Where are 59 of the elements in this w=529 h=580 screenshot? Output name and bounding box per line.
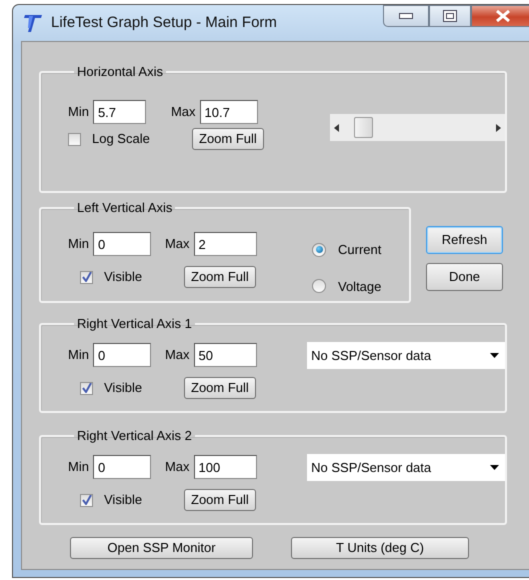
app-logo-icon	[23, 13, 43, 33]
radio-label: Current	[338, 241, 382, 259]
input-field[interactable]: 100	[194, 455, 257, 479]
checkbox-label: Visible	[104, 379, 142, 398]
minimize-button[interactable]	[383, 5, 429, 27]
radio-button[interactable]	[312, 279, 326, 294]
min-label: Min	[68, 235, 89, 254]
zoom-full-button[interactable]: Zoom Full	[184, 377, 256, 399]
check-icon	[82, 495, 92, 505]
side-button[interactable]: Refresh	[426, 226, 503, 254]
min-label: Min	[68, 103, 89, 122]
zoom-full-button[interactable]: Zoom Full	[184, 489, 256, 511]
input-field[interactable]: 10.7	[200, 100, 258, 124]
scrollbar-thumb[interactable]	[354, 117, 373, 138]
caret-icon	[490, 465, 499, 470]
max-label: Max	[164, 458, 190, 476]
max-label: Max	[170, 103, 196, 122]
close-icon	[495, 10, 511, 22]
maximize-icon	[443, 10, 457, 22]
close-button[interactable]	[471, 5, 529, 27]
min-label: Min	[68, 458, 89, 476]
horizontal-scrollbar[interactable]	[330, 114, 505, 141]
min-label: Min	[68, 346, 89, 364]
input-field[interactable]: 0	[92, 343, 151, 367]
zoom-full-button[interactable]: Zoom Full	[184, 266, 256, 288]
footer-button[interactable]: Open SSP Monitor	[70, 537, 253, 559]
checkbox[interactable]	[80, 494, 93, 506]
dropdown-field[interactable]: No SSP/Sensor data	[307, 342, 505, 369]
group-title: Right Vertical Axis 1	[76, 317, 193, 330]
input-field[interactable]: 2	[194, 232, 257, 256]
input-field[interactable]: 50	[194, 343, 257, 367]
side-button[interactable]: Done	[426, 263, 503, 291]
max-label: Max	[164, 235, 190, 254]
checkbox-label: Visible	[104, 491, 142, 510]
dropdown-field[interactable]: No SSP/Sensor data	[307, 454, 505, 481]
input-field[interactable]: 0	[92, 232, 151, 256]
footer-button[interactable]: T Units (deg C)	[291, 537, 469, 559]
maximize-button[interactable]	[429, 5, 471, 27]
checkbox-label: Log Scale	[92, 130, 150, 148]
right-arrow-icon[interactable]	[496, 124, 501, 132]
radio-label: Voltage	[338, 278, 382, 296]
input-field[interactable]: 5.7	[92, 100, 146, 124]
left-arrow-icon[interactable]	[334, 124, 339, 132]
checkbox[interactable]	[68, 132, 81, 146]
checkbox-label: Visible	[104, 268, 142, 286]
checkbox[interactable]	[80, 382, 93, 394]
caret-icon	[490, 353, 499, 358]
check-icon	[82, 383, 92, 393]
zoom-full-button[interactable]: Zoom Full	[192, 128, 264, 150]
group-title: Right Vertical Axis 2	[76, 429, 193, 442]
radio-button[interactable]	[312, 242, 326, 257]
window-title: LifeTest Graph Setup - Main Form	[51, 12, 277, 33]
check-icon	[82, 272, 92, 282]
max-label: Max	[164, 346, 190, 364]
checkbox[interactable]	[80, 270, 93, 284]
input-field[interactable]: 0	[92, 455, 151, 479]
minimize-icon	[399, 13, 413, 19]
group-title: Left Vertical Axis	[76, 201, 174, 214]
group-title: Horizontal Axis	[76, 65, 164, 78]
